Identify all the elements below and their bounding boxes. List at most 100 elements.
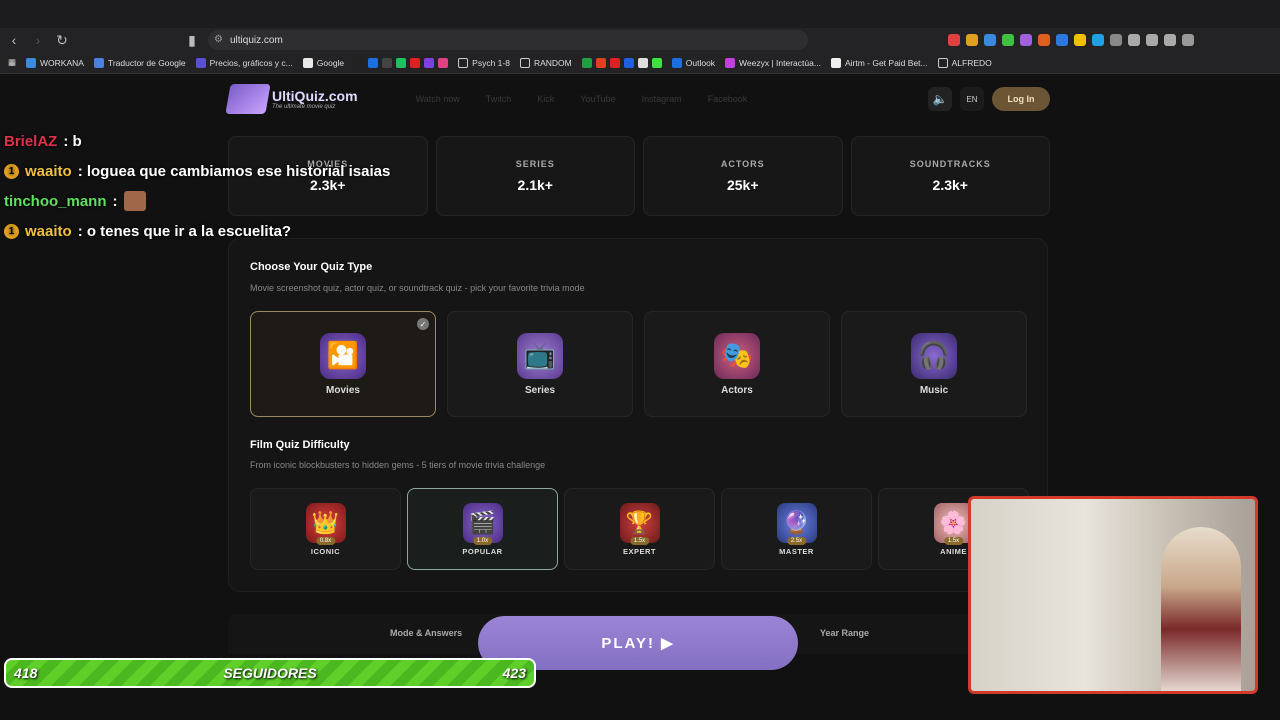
quiz-type-actors[interactable]: 🎭 Actors — [644, 311, 830, 417]
bookmark-favicon-icon — [725, 57, 736, 68]
multiplier-badge: 1.5x — [943, 536, 964, 545]
bookmark-favicon-icon[interactable] — [354, 57, 365, 68]
social-link[interactable]: Twitch — [486, 94, 512, 104]
language-button[interactable]: EN — [960, 87, 984, 111]
bookmark-item[interactable]: Traductor de Google — [93, 57, 186, 68]
quiz-type-subtitle: Movie screenshot quiz, actor quiz, or so… — [250, 283, 585, 293]
extension-icon[interactable] — [1128, 34, 1140, 46]
bookmark-favicon-icon[interactable] — [581, 57, 592, 68]
bookmark-favicon-icon[interactable] — [609, 57, 620, 68]
extension-icon[interactable] — [1002, 34, 1014, 46]
extension-icon[interactable] — [966, 34, 978, 46]
difficulty-expert[interactable]: 🏆 1.5x EXPERT — [564, 488, 715, 570]
speaker-icon[interactable]: 🔈 — [928, 87, 952, 111]
bookmark-favicon-icon[interactable] — [424, 57, 435, 68]
difficulty-subtitle: From iconic blockbusters to hidden gems … — [250, 460, 546, 470]
social-link[interactable]: Instagram — [642, 94, 682, 104]
bookmark-favicon-icon — [302, 57, 313, 68]
difficulty-popular[interactable]: 🎬 1.0x POPULAR — [407, 488, 558, 570]
film-star-icon: 🎬 1.0x — [462, 502, 503, 545]
folder-icon — [458, 57, 469, 68]
bookmark-item[interactable]: Airtm - Get Paid Bet... — [830, 57, 928, 68]
url-text: ultiquiz.com — [230, 34, 283, 46]
login-button[interactable]: Log In — [992, 87, 1050, 111]
difficulty-label: ICONIC — [310, 546, 341, 556]
extension-icon[interactable] — [948, 34, 960, 46]
stat-card: SERIES 2.1k+ — [435, 136, 635, 216]
bookmark-item[interactable]: Google — [302, 57, 344, 68]
difficulty-label: EXPERT — [622, 546, 656, 556]
subscriber-badge-icon: 1 — [4, 163, 19, 179]
quiz-type-label: Movies — [326, 384, 360, 396]
bookmark-favicon-icon[interactable] — [595, 57, 606, 68]
difficulty-options: 👑 0.8x ICONIC 🎬 1.0x POPULAR 🏆 1.5x EXPERT … — [250, 488, 1029, 570]
stat-value: 2.1k+ — [517, 177, 553, 193]
bookmark-folder[interactable]: RANDOM — [519, 57, 572, 68]
chat-message: tinchoo_mann : — [4, 186, 390, 216]
check-icon: ✓ — [417, 318, 429, 330]
menu-icon[interactable] — [1182, 34, 1194, 46]
extension-icon[interactable] — [1092, 34, 1104, 46]
bookmark-item[interactable]: Precios, gráficos y c... — [195, 57, 293, 68]
difficulty-iconic[interactable]: 👑 0.8x ICONIC — [250, 488, 401, 570]
multiplier-badge: 1.5x — [629, 536, 650, 545]
extension-icon[interactable] — [1056, 34, 1068, 46]
extension-icon[interactable] — [1038, 34, 1050, 46]
address-bar[interactable]: ⚙ ultiquiz.com — [208, 30, 808, 50]
forward-icon[interactable]: › — [28, 30, 48, 50]
extension-icon[interactable] — [1074, 34, 1086, 46]
year-range-tab[interactable]: Year Range — [820, 628, 869, 638]
multiplier-badge: 0.8x — [315, 536, 336, 545]
extension-icon[interactable] — [1164, 34, 1176, 46]
extension-icon[interactable] — [1146, 34, 1158, 46]
difficulty-label: ANIME — [940, 546, 967, 556]
extension-icon[interactable] — [1110, 34, 1122, 46]
reload-icon[interactable]: ↻ — [52, 30, 72, 50]
chat-text: : o tenes que ir a la escuelita? — [77, 222, 292, 240]
quiz-type-movies[interactable]: ✓ 🎦 Movies — [250, 311, 436, 417]
difficulty-master[interactable]: 🔮 2.5x MASTER — [721, 488, 872, 570]
quiz-type-label: Series — [524, 384, 556, 396]
social-link[interactable]: YouTube — [580, 94, 615, 104]
chat-username: waaito — [25, 162, 72, 180]
social-link[interactable]: Watch now — [416, 94, 460, 104]
quiz-type-options: ✓ 🎦 Movies 📺 Series 🎭 Actors 🎧 Music — [250, 311, 1027, 417]
extension-icon[interactable] — [1020, 34, 1032, 46]
chat-message: 1 waaito : loguea que cambiamos ese hist… — [4, 156, 390, 186]
bookmark-item[interactable]: Weezyx | Interactúa... — [725, 57, 821, 68]
back-icon[interactable]: ‹ — [4, 30, 24, 50]
bookmark-favicon-icon[interactable] — [368, 57, 379, 68]
bookmark-item[interactable]: Outlook — [671, 57, 715, 68]
bookmark-folder[interactable]: Psych 1-8 — [458, 57, 510, 68]
bookmark-icon[interactable]: ▮ — [182, 30, 202, 50]
bookmark-favicon-icon[interactable] — [651, 57, 662, 68]
clapperboard-icon — [225, 84, 271, 114]
crystal-ball-icon: 🔮 2.5x — [776, 502, 817, 545]
bookmark-favicon-icon[interactable] — [396, 57, 407, 68]
difficulty-title: Film Quiz Difficulty — [250, 439, 350, 451]
outlook-icon — [671, 57, 682, 68]
bookmark-favicon-icon — [195, 57, 206, 68]
bookmark-favicon-icon[interactable] — [410, 57, 421, 68]
bookmark-folder[interactable]: ALFREDO — [937, 57, 992, 68]
social-link[interactable]: Facebook — [708, 94, 748, 104]
bookmark-shortcut-icons — [581, 57, 662, 68]
stat-label: ACTORS — [720, 159, 765, 169]
bookmark-favicon-icon[interactable] — [637, 57, 648, 68]
site-info-icon[interactable]: ⚙ — [214, 34, 223, 45]
bookmark-favicon-icon[interactable] — [438, 57, 449, 68]
chat-username: BrielAZ — [4, 132, 58, 150]
social-link[interactable]: Kick — [537, 94, 554, 104]
apps-icon[interactable]: ▦ — [8, 57, 16, 68]
extension-icon[interactable] — [984, 34, 996, 46]
mode-answers-tab[interactable]: Mode & Answers — [390, 628, 462, 638]
quiz-type-series[interactable]: 📺 Series — [447, 311, 633, 417]
bookmark-favicon-icon[interactable] — [382, 57, 393, 68]
site-header: UltiQuiz.com The ultimate movie quiz Wat… — [225, 82, 1050, 116]
bookmark-favicon-icon — [26, 57, 37, 68]
bookmark-favicon-icon[interactable] — [623, 57, 634, 68]
bookmark-item[interactable]: WORKANA — [26, 57, 84, 68]
difficulty-label: MASTER — [779, 546, 814, 556]
quiz-type-music[interactable]: 🎧 Music — [841, 311, 1027, 417]
site-logo[interactable]: UltiQuiz.com The ultimate movie quiz — [225, 84, 358, 114]
